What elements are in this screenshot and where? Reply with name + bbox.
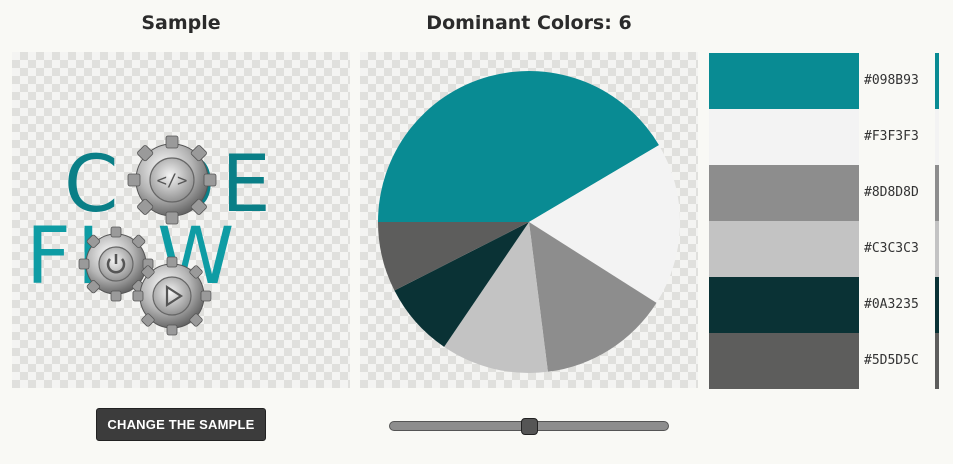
sample-image-panel: C DE FL W </> — [12, 52, 350, 388]
swatch-edge-marker — [935, 221, 939, 277]
color-swatch-list: #098B93 #F3F3F3 #8D8D8D #C3C3C3 #0A3235 #5D5D… — [709, 53, 941, 389]
swatch-edge-marker — [935, 277, 939, 333]
dominant-colors-pie-panel — [360, 52, 698, 388]
swatch-row[interactable]: #F3F3F3 — [709, 109, 941, 165]
swatch-edge-marker — [935, 165, 939, 221]
swatch-row[interactable]: #8D8D8D — [709, 165, 941, 221]
color-count-slider-thumb[interactable] — [520, 418, 538, 435]
swatch-color-block — [709, 221, 859, 277]
swatch-color-block — [709, 277, 859, 333]
sample-heading: Sample — [141, 12, 221, 34]
swatch-edge-marker — [935, 53, 939, 109]
svg-text:</>: </> — [157, 171, 188, 191]
swatch-edge-marker — [935, 333, 939, 389]
dominant-colors-pie-chart — [378, 70, 680, 373]
swatch-color-block — [709, 165, 859, 221]
gear-code-icon: </> — [127, 135, 217, 225]
codeflow-logo: C DE FL W </> — [26, 135, 271, 336]
swatch-row[interactable]: #C3C3C3 — [709, 221, 941, 277]
swatch-color-block — [709, 333, 859, 389]
swatch-hex-label: #5D5D5C — [859, 333, 935, 389]
swatch-hex-label: #C3C3C3 — [859, 221, 935, 277]
swatch-edge-marker — [935, 109, 939, 165]
swatch-row[interactable]: #0A3235 — [709, 277, 941, 333]
dominant-colors-heading: Dominant Colors: 6 — [426, 12, 632, 34]
swatch-row[interactable]: #5D5D5C — [709, 333, 941, 389]
gear-play-icon — [132, 256, 212, 336]
swatch-color-block — [709, 109, 859, 165]
swatch-color-block — [709, 53, 859, 109]
swatch-hex-label: #098B93 — [859, 53, 935, 109]
swatch-row[interactable]: #098B93 — [709, 53, 941, 109]
swatch-hex-label: #F3F3F3 — [859, 109, 935, 165]
change-sample-button[interactable]: CHANGE THE SAMPLE — [96, 408, 266, 441]
swatch-hex-label: #0A3235 — [859, 277, 935, 333]
swatch-hex-label: #8D8D8D — [859, 165, 935, 221]
